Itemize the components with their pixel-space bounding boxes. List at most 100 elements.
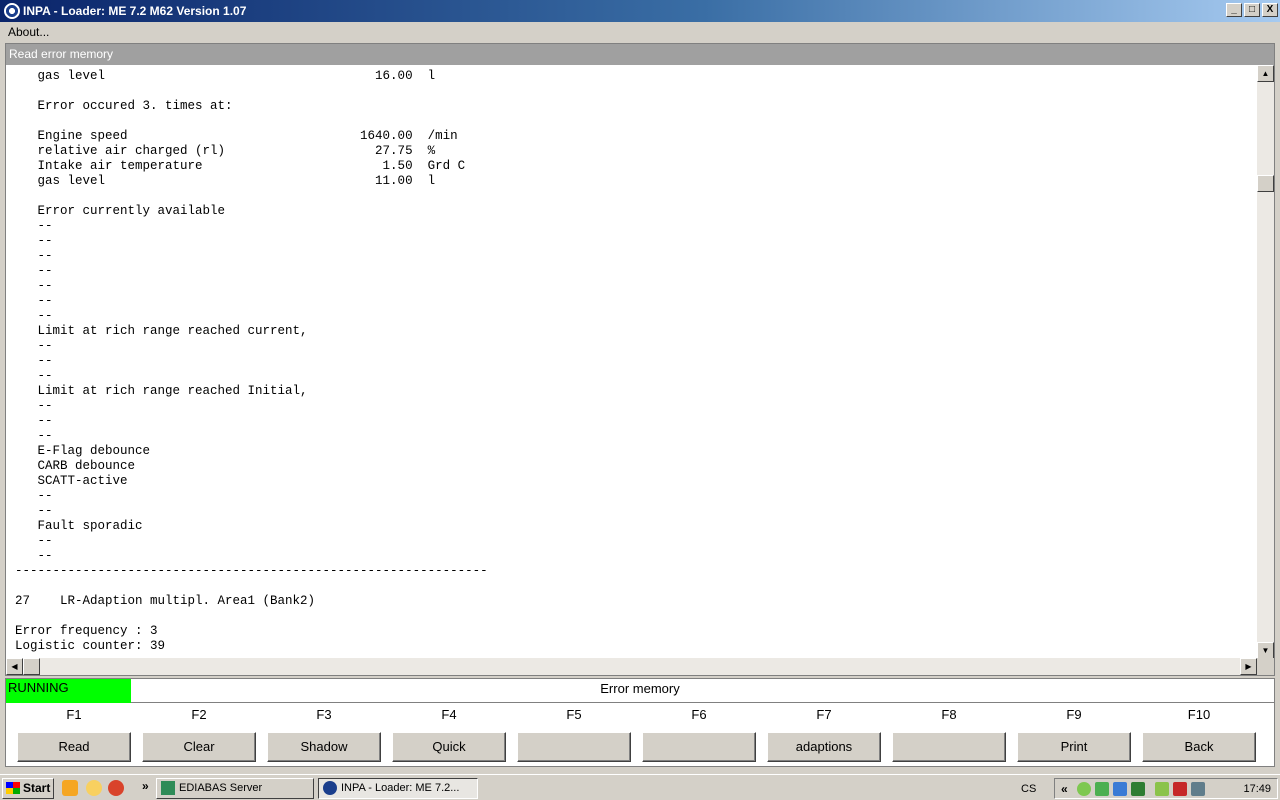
output-line: Logistic counter: 39 [15, 639, 166, 653]
output-line: -- [15, 279, 53, 293]
status-row: RUNNING Error memory [5, 678, 1275, 706]
fkey-label: F4 [441, 707, 457, 722]
output-line: CARB debounce [15, 459, 136, 473]
menu-bar: About... [0, 22, 1280, 41]
fkey-label: F10 [1187, 707, 1211, 722]
output-line: -- [15, 294, 53, 308]
scroll-right-icon[interactable]: ▶ [1240, 658, 1257, 675]
scroll-up-icon[interactable]: ▲ [1257, 65, 1274, 82]
output-frame: Read error memory gas level 16.00 l Erro… [5, 43, 1275, 676]
menu-about[interactable]: About... [0, 25, 55, 39]
output-line: Fault sporadic [15, 519, 143, 533]
fkey-button-read[interactable]: Read [17, 732, 131, 762]
tray-app-icon[interactable] [1095, 782, 1109, 796]
scrollbar-corner [1257, 658, 1274, 675]
fkey-button-empty[interactable] [642, 732, 756, 762]
start-label: Start [23, 781, 51, 795]
scroll-left-icon[interactable]: ◀ [6, 658, 23, 675]
output-line: -- [15, 369, 53, 383]
tray-usb-icon[interactable] [1131, 782, 1145, 796]
tray-device-icon[interactable] [1155, 782, 1169, 796]
output-line: Engine speed 1640.00 /min [15, 129, 458, 143]
tray-security-icon[interactable] [1173, 782, 1187, 796]
close-button[interactable]: X [1262, 3, 1278, 17]
fkey-label: F2 [191, 707, 207, 722]
window-title: INPA - Loader: ME 7.2 M62 Version 1.07 [23, 4, 247, 18]
minimize-button[interactable]: _ [1226, 3, 1242, 17]
fkey-f7: F7 adaptions [767, 703, 881, 762]
output-line: -- [15, 309, 53, 323]
output-line: -- [15, 489, 53, 503]
fkey-label: F1 [66, 707, 82, 722]
vertical-scrollbar[interactable]: ▲ ▼ [1257, 65, 1274, 659]
fkey-label: F3 [316, 707, 332, 722]
fkey-label: F9 [1066, 707, 1082, 722]
output-line: Error frequency : 3 [15, 624, 158, 638]
fkey-button-clear[interactable]: Clear [142, 732, 256, 762]
browser-icon[interactable] [108, 780, 124, 796]
task-inpa-loader[interactable]: INPA - Loader: ME 7.2... [318, 778, 478, 799]
output-line: -- [15, 219, 53, 233]
maximize-button[interactable]: □ [1244, 3, 1260, 17]
output-line: E-Flag debounce [15, 444, 151, 458]
fkey-button-print[interactable]: Print [1017, 732, 1131, 762]
output-line: Intake air temperature 1.50 Grd C [15, 159, 466, 173]
quicklaunch-smile-icon[interactable] [86, 780, 102, 796]
horizontal-scroll-thumb[interactable] [23, 658, 40, 675]
output-line: Limit at rich range reached current, [15, 324, 308, 338]
windows-logo-icon [6, 782, 20, 794]
fkey-f2: F2 Clear [142, 703, 256, 762]
horizontal-scrollbar[interactable]: ◀ ▶ [6, 658, 1257, 675]
fkey-label: F6 [691, 707, 707, 722]
fkey-f1: F1 Read [17, 703, 131, 762]
start-button[interactable]: Start [2, 778, 54, 799]
fkey-button-empty[interactable] [517, 732, 631, 762]
output-line: -- [15, 534, 53, 548]
fkey-f10: F10 Back [1142, 703, 1256, 762]
fkey-f4: F4 Quick [392, 703, 506, 762]
function-key-bar: F1 Read F2 Clear F3 Shadow F4 Quick F5 F6 F7 adapti… [5, 703, 1275, 767]
output-line: -- [15, 264, 53, 278]
tray-chevron-icon[interactable]: « [1061, 782, 1068, 796]
task-ediabas-server[interactable]: EDIABAS Server [156, 778, 314, 799]
title-bar: INPA - Loader: ME 7.2 M62 Version 1.07 _… [0, 0, 1280, 22]
task-label: EDIABAS Server [179, 782, 263, 794]
fkey-f6: F6 [642, 703, 756, 762]
tray-volume-icon[interactable] [1191, 782, 1205, 796]
output-line: -- [15, 429, 53, 443]
clock: 17:49 [1243, 783, 1271, 795]
output-line: -- [15, 504, 53, 518]
output-line: Limit at rich range reached Initial, [15, 384, 308, 398]
output-line: -- [15, 339, 53, 353]
quicklaunch-chevron-icon[interactable]: » [142, 779, 149, 793]
bmw-task-icon [323, 781, 337, 795]
fkey-button-adaptions[interactable]: adaptions [767, 732, 881, 762]
taskbar: Start » EDIABAS Server INPA - Loader: ME… [0, 774, 1280, 800]
panel-header: Read error memory [6, 44, 1274, 65]
vertical-scroll-thumb[interactable] [1257, 175, 1274, 192]
output-line: -- [15, 399, 53, 413]
fkey-button-shadow[interactable]: Shadow [267, 732, 381, 762]
tray-network-icon[interactable] [1077, 782, 1091, 796]
scroll-down-icon[interactable]: ▼ [1257, 642, 1274, 659]
fkey-button-back[interactable]: Back [1142, 732, 1256, 762]
output-line: Error occured 3. times at: [15, 99, 233, 113]
tray-windows-icon[interactable] [1113, 782, 1127, 796]
fkey-button-empty[interactable] [892, 732, 1006, 762]
ediabas-icon [161, 781, 175, 795]
fkey-f3: F3 Shadow [267, 703, 381, 762]
fkey-button-quick[interactable]: Quick [392, 732, 506, 762]
media-player-icon[interactable] [62, 780, 78, 796]
system-tray: CS « 17:49 [1021, 778, 1278, 799]
output-line: SCATT-active [15, 474, 128, 488]
fkey-f5: F5 [517, 703, 631, 762]
output-line: Error currently available [15, 204, 226, 218]
language-indicator[interactable]: CS [1021, 783, 1036, 795]
output-text-area[interactable]: gas level 16.00 l Error occured 3. times… [6, 65, 1256, 659]
output-line: relative air charged (rl) 27.75 % [15, 144, 436, 158]
